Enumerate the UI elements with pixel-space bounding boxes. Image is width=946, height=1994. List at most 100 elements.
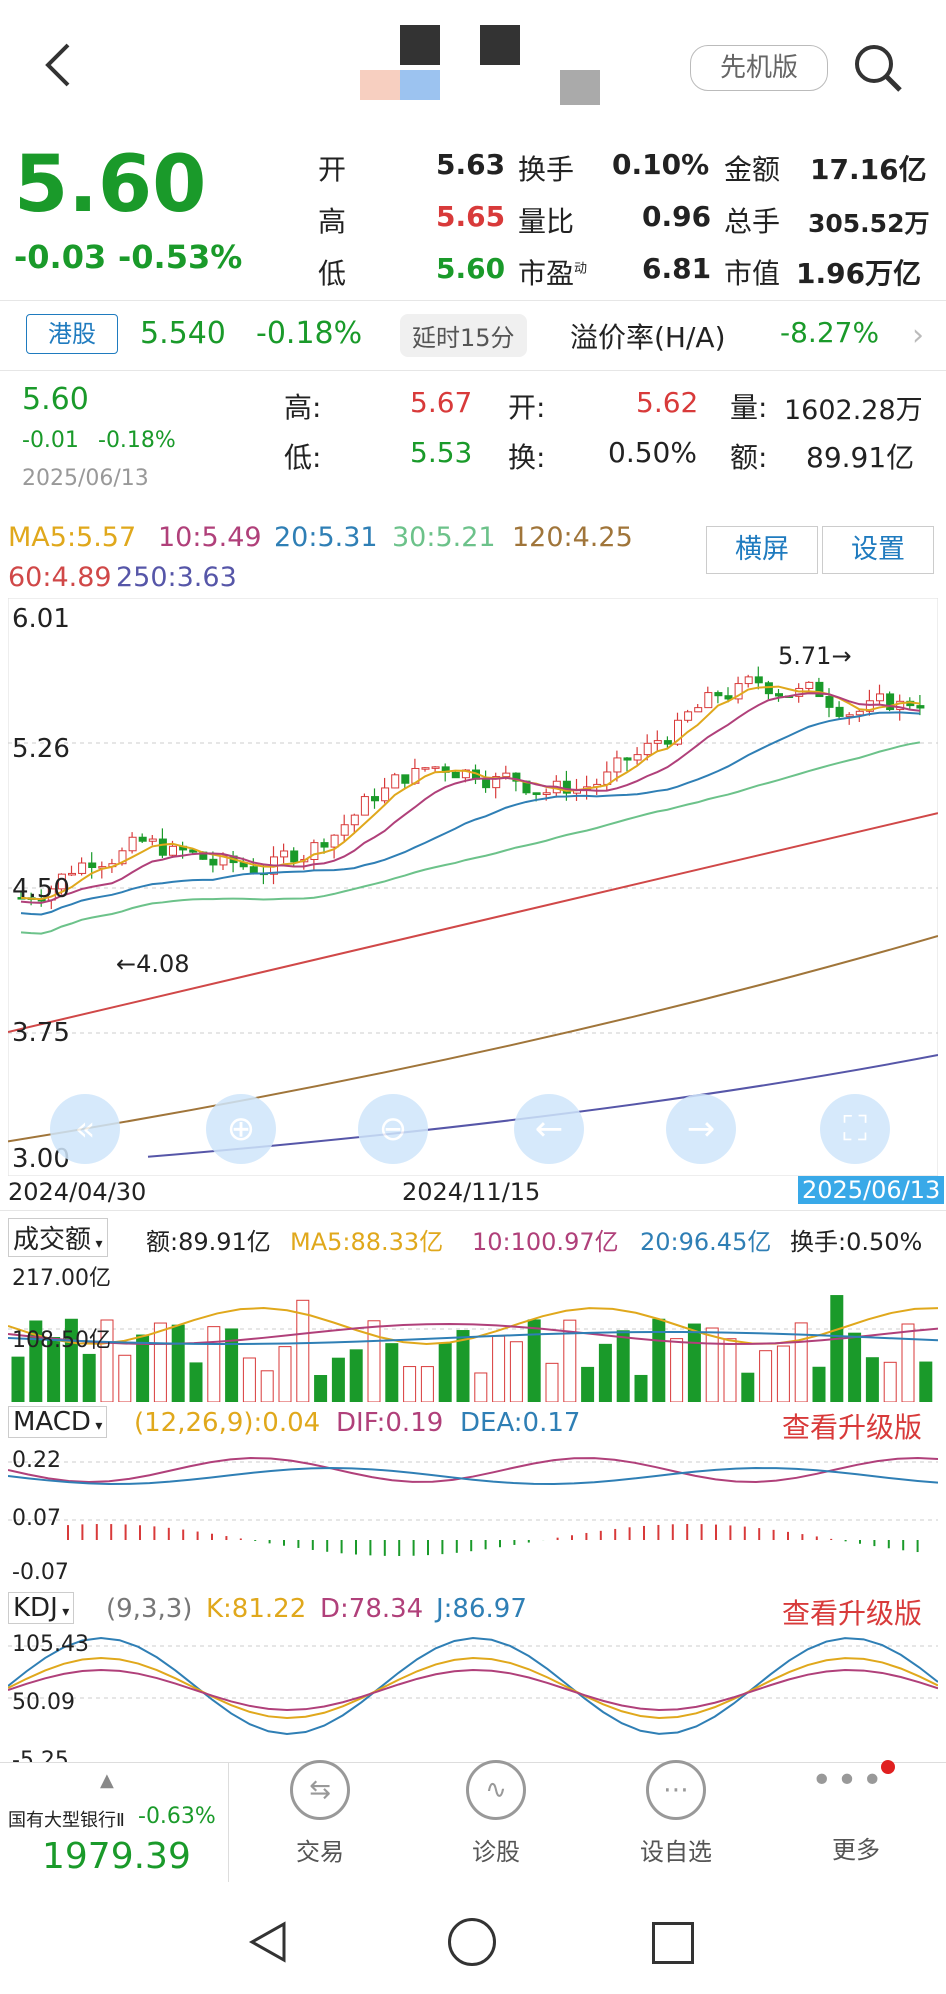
macd-params: (12,26,9):0.04	[134, 1408, 321, 1438]
volume-bar	[723, 1338, 737, 1402]
macd-selector[interactable]: MACD ▾	[8, 1406, 108, 1438]
search-icon[interactable]	[850, 40, 906, 96]
stat-volratio-value: 0.96	[642, 200, 712, 233]
volume-bar	[136, 1334, 150, 1402]
back-arrow-icon[interactable]	[38, 40, 78, 87]
candle-body	[290, 850, 299, 863]
system-home-icon[interactable]	[448, 1918, 496, 1966]
add-watchlist-icon: ⋯	[646, 1760, 706, 1820]
volume-bar	[118, 1354, 132, 1402]
day-date: 2025/06/13	[22, 466, 149, 491]
kdj-j: J:86.97	[436, 1594, 527, 1624]
stat-high-value: 5.65	[436, 200, 506, 233]
volume-bar	[242, 1357, 256, 1402]
candle-body	[754, 676, 763, 684]
day-low-label: 低:	[284, 441, 322, 474]
zoom-out-icon[interactable]: ⊖	[358, 1094, 428, 1164]
price-change-pct: -0.53%	[118, 238, 243, 276]
hk-price: 5.540	[140, 316, 226, 351]
candle-body	[148, 838, 157, 842]
index-panel[interactable]: ▲ 国有大型银行Ⅱ -0.63% 1979.39	[0, 1762, 229, 1882]
candle-body	[360, 796, 369, 816]
arrow-right-icon[interactable]: →	[666, 1094, 736, 1164]
candle-body	[209, 858, 218, 866]
index-name: 国有大型银行Ⅱ	[8, 1810, 125, 1831]
volume-bar	[189, 1362, 203, 1402]
day-turn: 0.50%	[608, 436, 697, 469]
annotation-low: ←4.08	[116, 950, 190, 978]
day-low: 5.53	[410, 436, 473, 469]
stat-low-value: 5.60	[436, 252, 506, 285]
system-recent-icon[interactable]	[652, 1922, 694, 1964]
volume-bar	[314, 1375, 328, 1402]
stat-pe-value: 6.81	[642, 252, 712, 285]
candle-body	[381, 787, 390, 802]
nav-trade[interactable]: ⇆ 交易	[230, 1760, 410, 1867]
ma60-line	[8, 812, 938, 1033]
kdj-tick-0: 105.43	[12, 1632, 89, 1657]
candle-body	[542, 792, 551, 795]
stat-totalhands-label: 总手	[724, 205, 781, 238]
chevron-right-icon[interactable]: ›	[912, 318, 924, 353]
volume-bar	[153, 1322, 167, 1402]
candle-body	[371, 796, 379, 802]
candle-body	[451, 771, 460, 779]
arrow-left-icon[interactable]: ←	[514, 1094, 584, 1164]
volume-selector[interactable]: 成交额 ▾	[8, 1218, 108, 1257]
stat-high-label: 高	[318, 205, 347, 238]
macd-tick-0: 0.22	[12, 1448, 61, 1473]
hk-tag[interactable]: 港股	[26, 314, 118, 354]
volume-bar	[171, 1324, 185, 1402]
stat-amount-value: 17.16亿	[810, 153, 927, 186]
ma30-label: 30:5.21	[392, 522, 496, 553]
ma10-label: 10:5.49	[158, 522, 262, 553]
volume-bar	[901, 1323, 915, 1402]
more-icon: •••	[766, 1760, 946, 1818]
volume-bar	[776, 1345, 790, 1402]
stat-mktcap-value: 1.96万亿	[796, 257, 922, 290]
kdj-d-line	[8, 1668, 938, 1711]
candlestick-chart[interactable]	[8, 598, 938, 1176]
mode-button[interactable]: 先机版	[690, 45, 828, 91]
hk-delay-badge: 延时15分	[400, 314, 527, 357]
volume-bar	[82, 1353, 96, 1402]
x-label-start: 2024/04/30	[8, 1178, 147, 1206]
system-back-icon[interactable]	[248, 1920, 288, 1968]
nav-diagnose[interactable]: ∿ 诊股	[406, 1760, 586, 1867]
x-label-mid: 2024/11/15	[402, 1178, 541, 1206]
double-left-icon[interactable]: «	[50, 1094, 120, 1164]
premium-value: -8.27%	[780, 316, 880, 349]
volume-bar	[670, 1338, 684, 1402]
nav-watchlist[interactable]: ⋯ 设自选	[586, 1760, 766, 1867]
day-amt-label: 额:	[730, 441, 768, 474]
volume-bar	[367, 1320, 381, 1402]
zoom-in-icon[interactable]: ⊕	[206, 1094, 276, 1164]
volume-bar	[759, 1350, 773, 1402]
candle-body	[340, 824, 349, 836]
day-open: 5.62	[636, 386, 699, 419]
stat-totalhands-value: 305.52万	[808, 209, 930, 238]
settings-button[interactable]: 设置	[822, 526, 934, 574]
index-pct: -0.63%	[138, 1804, 216, 1829]
volume-bar	[848, 1332, 862, 1402]
current-price: 5.60	[14, 140, 207, 230]
candle-body	[643, 742, 652, 756]
kdj-selector[interactable]: KDJ ▾	[8, 1592, 75, 1624]
candle-body	[623, 757, 632, 761]
macd-tick-1: 0.07	[12, 1506, 61, 1531]
ma10-line	[20, 692, 921, 904]
nav-more[interactable]: ••• 更多	[766, 1760, 946, 1865]
candle-body	[310, 842, 319, 860]
landscape-button[interactable]: 横屏	[706, 526, 818, 574]
candle-body	[724, 695, 733, 700]
volume-ma20: 20:96.45亿	[640, 1228, 772, 1256]
candle-body	[633, 754, 642, 761]
volume-bar	[509, 1341, 523, 1402]
macd-upgrade-link[interactable]: 查看升级版	[782, 1406, 922, 1446]
notification-dot	[880, 1760, 895, 1774]
macd-dif: DIF:0.19	[336, 1408, 444, 1438]
y-tick-1: 5.26	[12, 734, 70, 764]
fullscreen-icon[interactable]: ⛶	[820, 1094, 890, 1164]
kdj-k: K:81.22	[206, 1594, 307, 1624]
candle-body	[88, 862, 97, 868]
